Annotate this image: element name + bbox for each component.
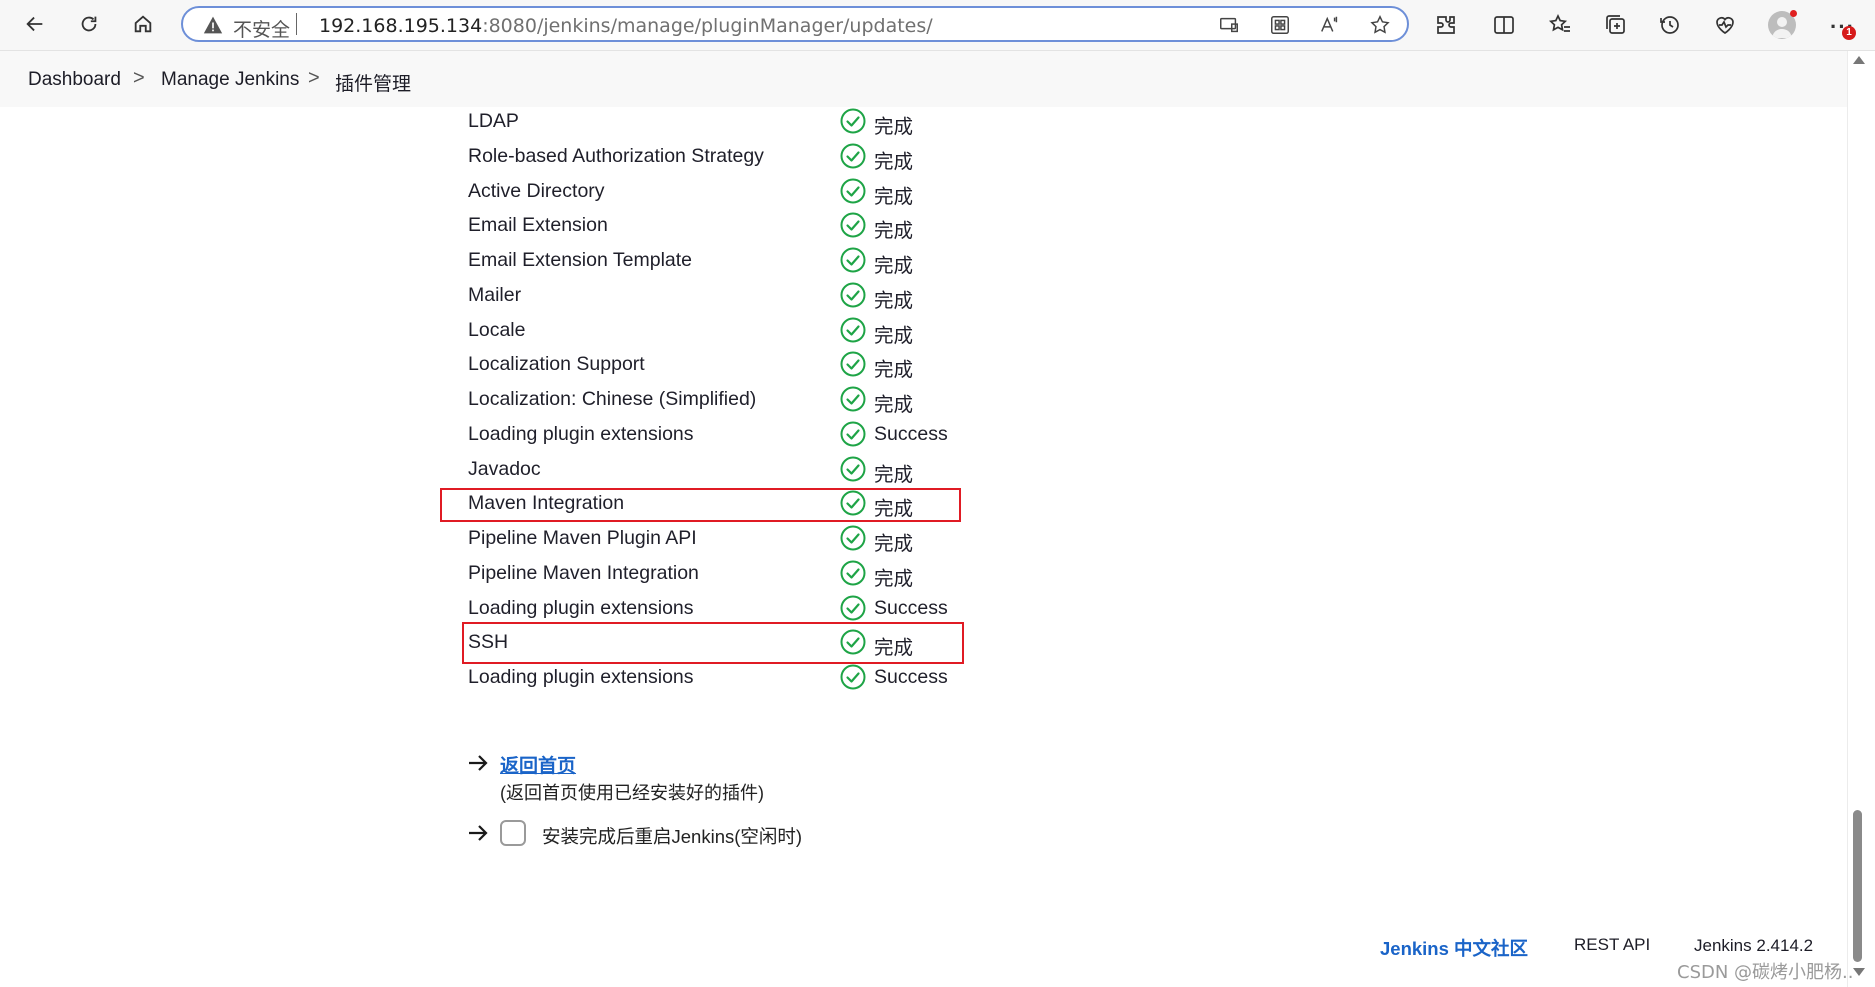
plugin-install-status: Success	[874, 422, 948, 445]
favorites-icon[interactable]	[1547, 12, 1573, 38]
plugin-install-status: 完成	[874, 463, 914, 486]
plugin-name: Mailer	[468, 283, 522, 306]
back-to-home-link[interactable]: 返回首页	[500, 751, 576, 778]
restart-checkbox-label[interactable]: 安装完成后重启Jenkins(空闲时)	[542, 823, 802, 849]
notification-badge: 1	[1842, 26, 1856, 40]
favorite-star-icon[interactable]	[1369, 14, 1391, 36]
url-path: :8080/jenkins/manage/pluginManager/updat…	[482, 15, 933, 37]
plugin-name: Email Extension Template	[468, 249, 693, 271]
plugin-name: Localization Support	[468, 353, 645, 376]
back-to-home-description: (返回首页使用已经安装好的插件)	[500, 783, 764, 803]
plugin-name: Loading plugin extensions	[468, 666, 694, 688]
highlight-box-maven-integration	[440, 488, 961, 522]
plugin-name: Pipeline Maven Integration	[468, 561, 699, 584]
browser-toolbar: 不安全 192.168.195.134:8080/jenkins/manage/…	[0, 0, 1875, 51]
home-button[interactable]	[125, 6, 161, 42]
footer-version-link[interactable]: Jenkins 2.414.2	[1694, 936, 1813, 956]
plugin-name: Loading plugin extensions	[468, 422, 694, 445]
collections-icon[interactable]	[1603, 12, 1629, 38]
success-check-icon	[840, 143, 866, 169]
plugin-name: Localization: Chinese (Simplified)	[468, 388, 757, 410]
plugin-install-status: 完成	[874, 185, 914, 208]
plugin-install-status: 完成	[874, 289, 914, 312]
scroll-down-arrow-icon[interactable]	[1853, 968, 1865, 976]
plugin-name: Loading plugin extensions	[468, 596, 694, 619]
browser-essentials-icon[interactable]	[1712, 12, 1738, 38]
plugin-install-status: 完成	[874, 324, 914, 347]
plugin-name: Role-based Authorization Strategy	[468, 144, 764, 167]
security-label[interactable]: 不安全	[233, 15, 290, 42]
scrollbar-thumb[interactable]	[1853, 810, 1862, 962]
restart-checkbox[interactable]	[500, 820, 526, 846]
plugin-install-status: Success	[874, 596, 948, 619]
plugin-install-status: 完成	[874, 533, 914, 555]
plugin-install-status: 完成	[874, 567, 914, 590]
success-check-icon	[840, 525, 866, 551]
highlight-box-ssh	[462, 622, 964, 664]
success-check-icon	[840, 282, 866, 308]
address-divider	[296, 13, 297, 35]
plugin-install-status: 完成	[874, 394, 914, 416]
success-check-icon	[840, 351, 866, 377]
plugin-install-status: 完成	[874, 359, 914, 382]
url-text[interactable]: 192.168.195.134:8080/jenkins/manage/plug…	[319, 15, 933, 37]
back-arrow-icon	[26, 16, 43, 32]
read-aloud-icon[interactable]	[1319, 14, 1341, 36]
url-host: 192.168.195.134	[319, 15, 483, 37]
history-icon[interactable]	[1657, 12, 1683, 38]
split-screen-icon[interactable]	[1491, 12, 1517, 38]
plugin-name: Active Directory	[468, 179, 605, 202]
plugin-install-status: 完成	[874, 150, 914, 173]
plugin-name: Locale	[468, 318, 526, 341]
plugin-name: Email Extension	[468, 214, 608, 237]
refresh-button[interactable]	[71, 6, 107, 42]
breadcrumb-manage-jenkins[interactable]: Manage Jenkins	[161, 69, 299, 91]
breadcrumb-separator: >	[133, 67, 145, 89]
success-check-icon	[840, 247, 866, 273]
breadcrumb-plugin-manager[interactable]: 插件管理	[335, 69, 411, 96]
arrow-right-icon	[466, 821, 490, 845]
csdn-watermark: CSDN @碳烤小肥杨..	[1677, 962, 1854, 983]
breadcrumb-separator: >	[308, 67, 320, 89]
refresh-icon	[81, 16, 97, 32]
success-check-icon	[840, 212, 866, 238]
success-check-icon	[840, 421, 866, 447]
success-check-icon	[840, 595, 866, 621]
footer-community-link[interactable]: Jenkins 中文社区	[1380, 935, 1528, 961]
address-bar[interactable]: 不安全 192.168.195.134:8080/jenkins/manage/…	[181, 6, 1409, 42]
app-grid-icon[interactable]	[1269, 14, 1291, 36]
home-icon	[134, 15, 152, 33]
success-check-icon	[840, 456, 866, 482]
plugin-install-status: 完成	[874, 220, 914, 243]
success-check-icon	[840, 664, 866, 690]
cast-icon[interactable]	[1218, 14, 1240, 36]
arrow-right-icon	[466, 751, 490, 775]
scroll-up-arrow-icon[interactable]	[1853, 56, 1865, 64]
plugin-install-status: 完成	[874, 116, 914, 138]
breadcrumb: Dashboard > Manage Jenkins > 插件管理	[0, 51, 1847, 107]
breadcrumb-dashboard[interactable]: Dashboard	[28, 69, 121, 91]
plugin-name: LDAP	[468, 110, 519, 132]
success-check-icon	[840, 178, 866, 204]
plugin-name: Pipeline Maven Plugin API	[468, 527, 697, 549]
plugin-install-status: 完成	[874, 255, 914, 277]
success-check-icon	[840, 108, 866, 134]
success-check-icon	[840, 386, 866, 412]
profile-notification-dot	[1790, 10, 1797, 17]
plugin-install-status: Success	[874, 666, 948, 688]
success-check-icon	[840, 560, 866, 586]
back-button[interactable]	[17, 6, 53, 42]
warning-icon	[203, 16, 223, 34]
footer-rest-api-link[interactable]: REST API	[1574, 935, 1650, 955]
success-check-icon	[840, 317, 866, 343]
plugin-name: Javadoc	[468, 457, 541, 480]
extensions-icon[interactable]	[1433, 12, 1459, 38]
